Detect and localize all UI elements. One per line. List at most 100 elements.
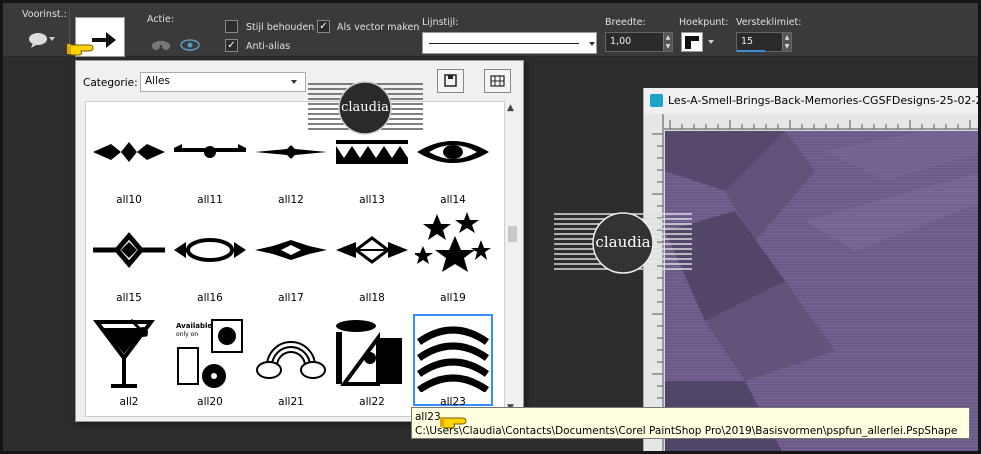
shape-label: all10 [116,194,142,206]
svg-text:only on: only on [176,331,198,338]
shape-label: all16 [197,292,223,304]
document-window[interactable]: Les-A-Smell-Brings-Back-Memories-CGSFDes… [643,88,981,451]
geometric-abstract-icon [336,320,402,386]
shape-item-selected[interactable]: all23 [413,314,493,412]
shape-item[interactable]: all12 [251,130,331,226]
svg-text:Available: Available [176,322,212,330]
miter-input[interactable]: 15 ▲ ▼ [736,32,792,52]
shape-label: all13 [359,194,385,206]
shape-item[interactable]: all10 [89,130,169,226]
action-label: Actie: [147,14,174,25]
shape-tooltip: all23 C:\Users\Claudia\Contacts\Document… [411,407,970,439]
retain-style-checkbox[interactable] [225,20,238,33]
watermark-text: claudia [595,233,650,251]
shape-label: all15 [116,292,142,304]
shape-grid: all10 all11 all12 all13 all14 all15 all1… [85,101,505,417]
watermark-logo: claudia [308,78,423,138]
vertical-scrollbar[interactable]: ▲ ▼ [505,101,519,417]
tool-options-bar: Voorinst.: Actie: Stijl behouden ✓ Anti-… [3,3,978,57]
ornament-diamond-2-icon [255,240,327,260]
corner-dropdown[interactable] [681,32,717,52]
watermark-text: claudia [341,100,389,115]
shape-item[interactable]: all11 [170,130,250,226]
antialias-label: Anti-alias [246,41,291,52]
linestyle-label: Lijnstijl: [422,17,459,28]
width-value: 1,00 [610,36,632,47]
ornament-bar-2-icon [174,144,246,158]
shape-item[interactable]: all21 [251,316,331,412]
shape-item[interactable]: all19 [413,212,493,322]
shape-item[interactable]: all18 [332,226,412,322]
shape-label: all11 [197,194,223,206]
rainbow-cloud-icon [256,341,326,379]
shape-label: all18 [359,292,385,304]
watermark-logo: claudia [554,210,692,276]
spin-arrows-icon[interactable]: ▲ ▼ [663,33,672,51]
miter-join-icon [681,32,703,52]
chevron-down-icon [589,42,595,46]
category-value: Alles [145,75,170,87]
image-file-icon [650,94,663,107]
shape-label: all12 [278,194,304,206]
shape-item[interactable]: all17 [251,226,331,322]
width-input[interactable]: 1,00 ▲ ▼ [605,32,673,52]
shape-label: all22 [359,396,385,408]
tooltip-file-path: C:\Users\Claudia\Contacts\Documents\Core… [415,425,958,437]
grid-view-icon [490,75,505,87]
miter-slider-fill [737,50,765,52]
shape-item[interactable]: all22 [332,316,412,412]
scroll-thumb[interactable] [508,226,517,242]
binoculars-icon[interactable] [151,38,171,52]
miter-value: 15 [741,36,754,47]
corner-label: Hoekpunt: [679,17,729,28]
shape-label: all20 [197,396,223,408]
martini-icon [93,318,155,388]
image-canvas[interactable] [665,131,978,451]
retain-style-label: Stijl behouden [246,22,315,33]
workspace: Les-A-Smell-Brings-Back-Memories-CGSFDes… [3,58,978,451]
vector-label: Als vector maken [337,22,420,33]
chevron-down-icon [291,80,297,84]
category-label: Categorie: [83,77,138,89]
shape-label: all2 [119,396,139,408]
antialias-checkbox[interactable]: ✓ [225,39,238,52]
ornament-bar-1-icon [93,142,165,162]
records-poster-icon: Availableonly on [176,319,243,388]
spin-arrows-icon[interactable]: ▲ ▼ [782,33,791,51]
scroll-up-icon[interactable]: ▲ [507,103,514,113]
document-title-text: Les-A-Smell-Brings-Back-Memories-CGSFDes… [668,94,981,107]
shape-item[interactable]: all16 [170,226,250,322]
chevron-down-icon [49,37,55,41]
presets-label: Voorinst.: [22,9,67,20]
shape-item[interactable]: all13 [332,130,412,226]
category-select[interactable]: Alles [140,72,306,92]
ornament-eye-icon [417,141,489,163]
save-preset-icon [444,74,457,87]
ornament-diamond-1-icon [93,232,165,268]
view-options-button[interactable] [484,69,511,93]
vector-checkbox[interactable]: ✓ [317,20,330,33]
chevron-down-icon [708,40,714,44]
app-frame: Voorinst.: Actie: Stijl behouden ✓ Anti-… [0,0,981,454]
resource-menu-button[interactable] [437,69,464,93]
linestyle-dropdown[interactable] [422,32,597,54]
miter-label: Versteklimiet: [736,17,802,28]
stars-icon [415,212,491,272]
shape-item[interactable]: Available only on all20 [170,316,250,412]
shape-picker-panel: Categorie: Alles all10 all11 all12 all13… [75,60,524,422]
shape-item[interactable]: all2 [89,316,169,412]
eye-icon[interactable] [180,38,200,52]
ornament-arrow-icon [336,236,408,264]
presets-dropdown[interactable] [27,29,57,49]
shape-label: all17 [278,292,304,304]
pointing-hand-icon [440,417,467,429]
waves-icon [416,326,490,392]
tooltip-shape-name: all23 [415,411,441,423]
horizontal-ruler [664,114,978,130]
shape-label: all14 [440,194,466,206]
shape-item[interactable]: all15 [89,226,169,322]
shape-label: all19 [440,292,466,304]
document-title[interactable]: Les-A-Smell-Brings-Back-Memories-CGSFDes… [644,88,981,114]
ornament-oval-icon [174,238,246,262]
pointing-hand-icon [67,44,94,56]
